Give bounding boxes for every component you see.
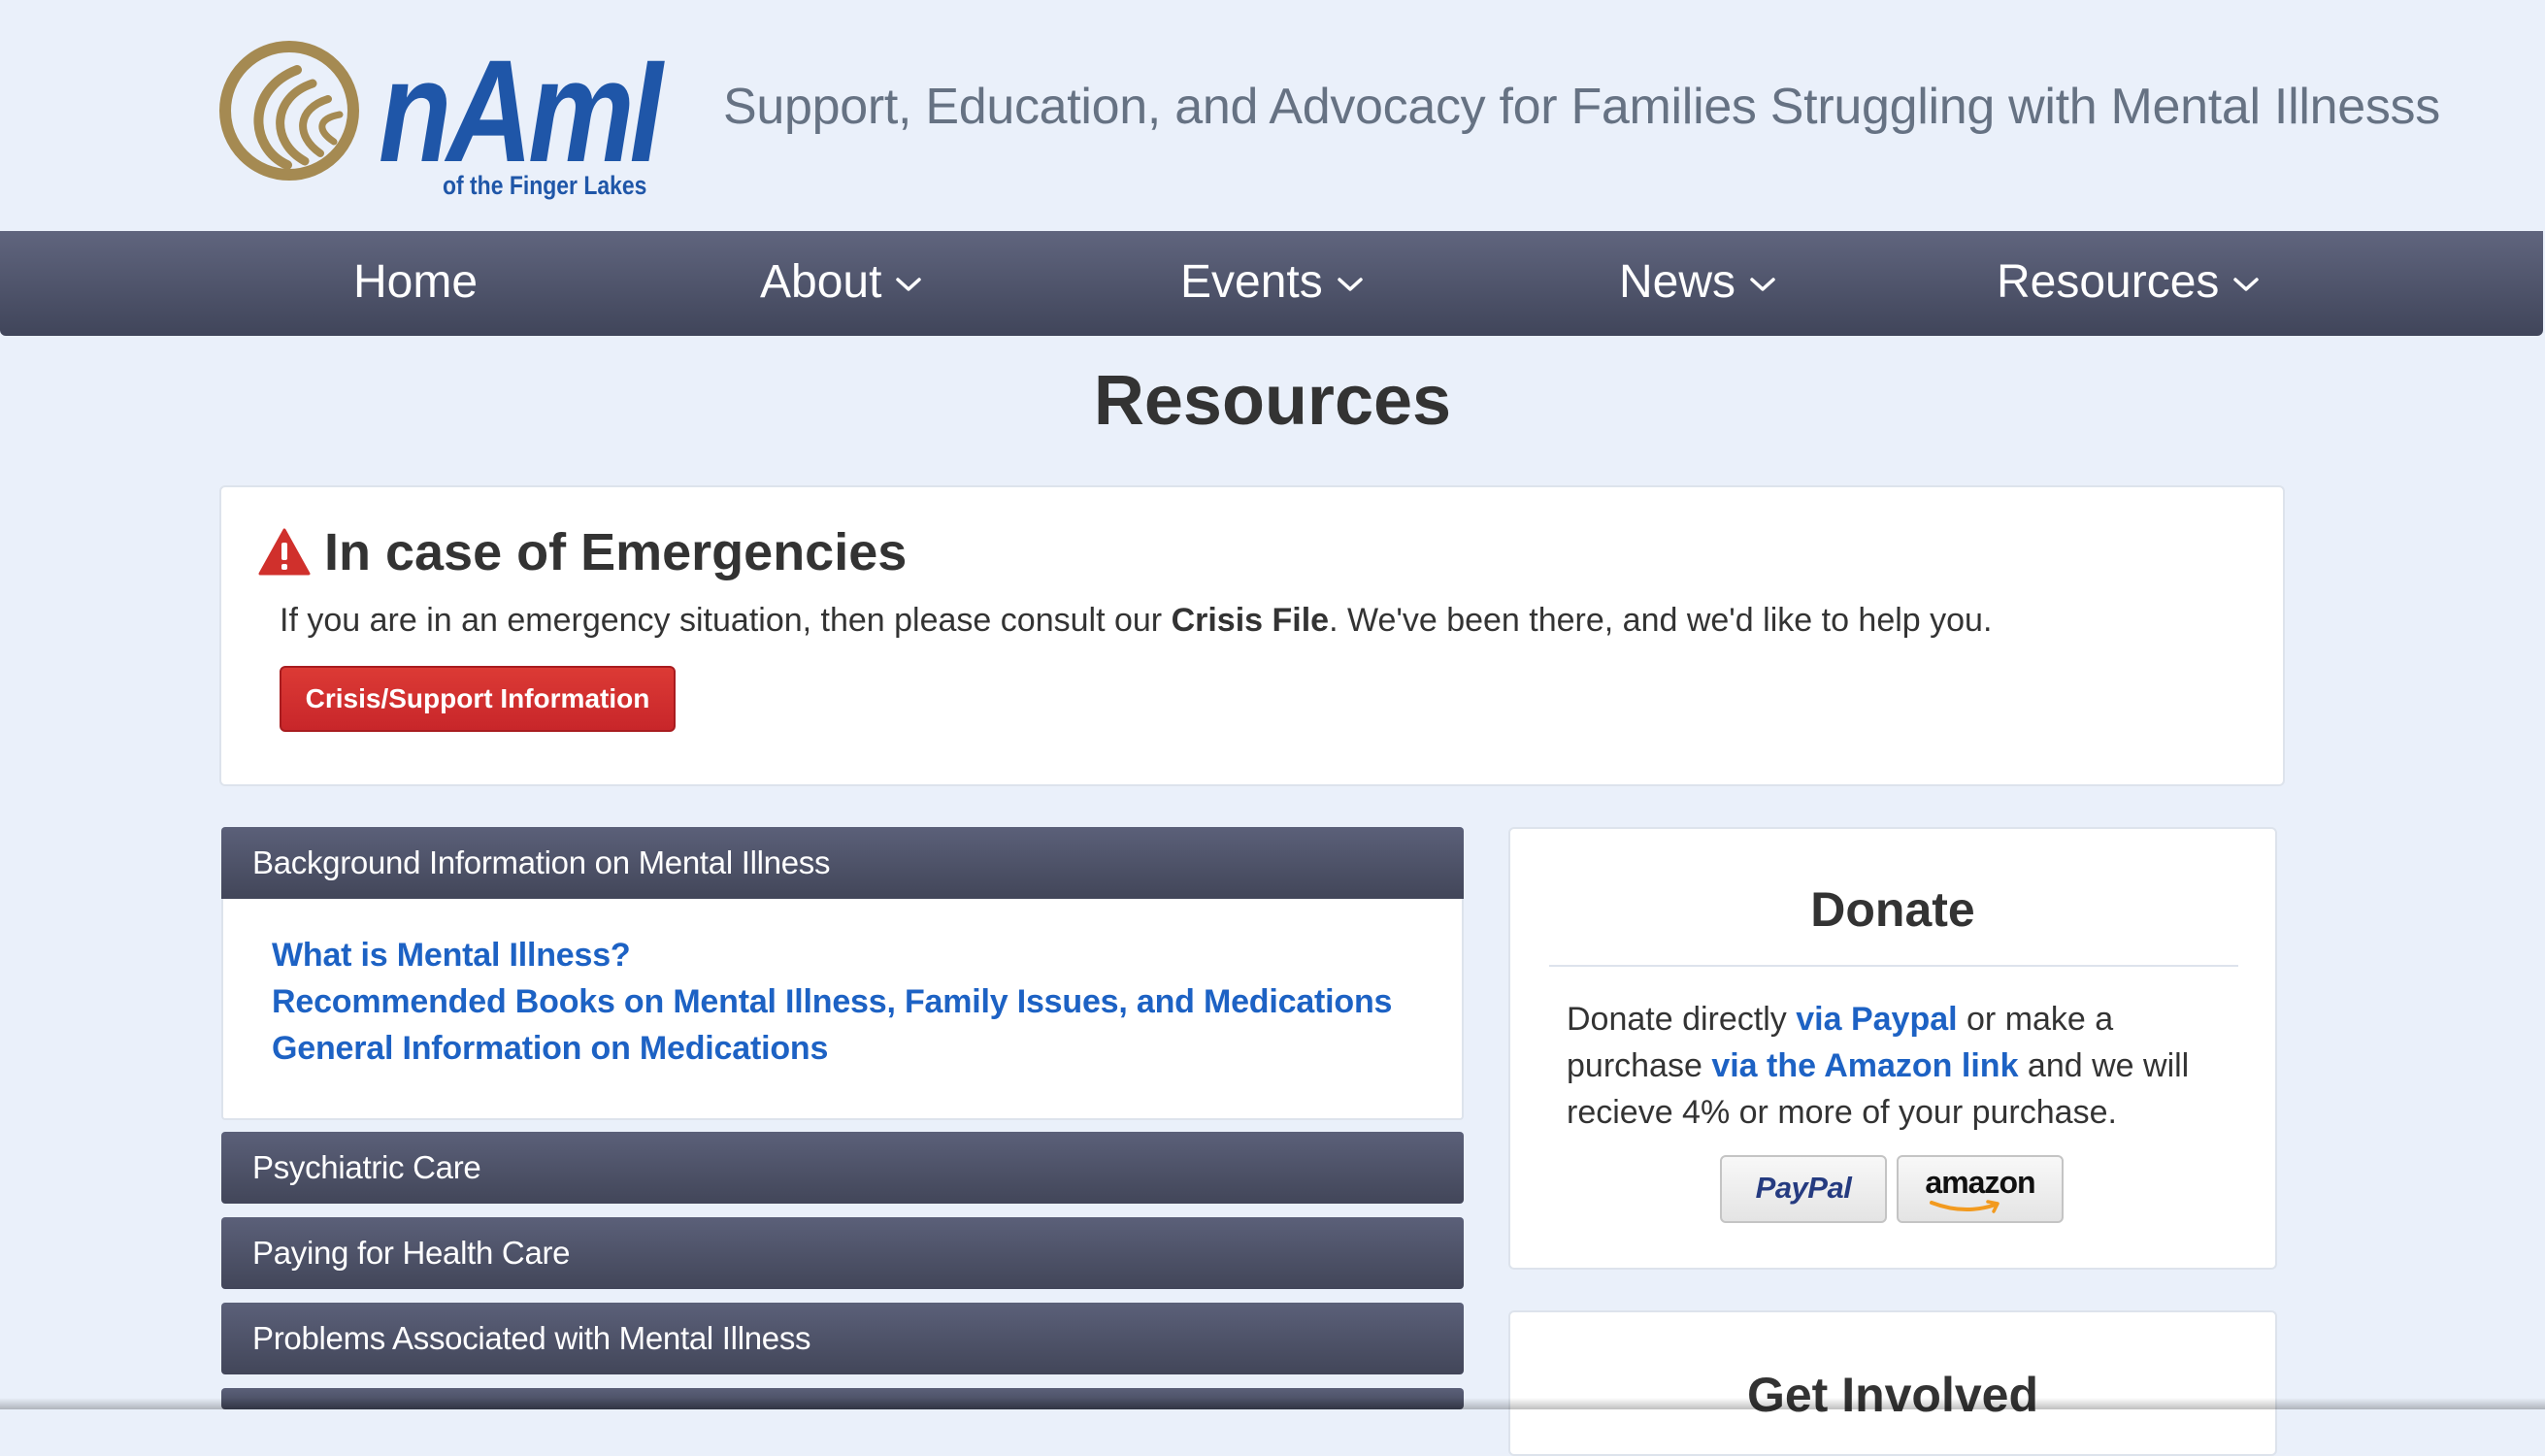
nav-label: About: [760, 256, 882, 308]
site-tagline: Support, Education, and Advocacy for Fam…: [723, 79, 2440, 135]
logo-subtitle: of the Finger Lakes: [443, 171, 647, 200]
accordion-header[interactable]: Problems Associated with Mental Illness: [221, 1303, 1464, 1374]
accordion-header[interactable]: Psychiatric Care: [221, 1132, 1464, 1204]
accordion-panel-background: Background Information on Mental Illness…: [221, 827, 1464, 1120]
nav-label: Events: [1180, 256, 1323, 308]
accordion-panel-psychiatric-care: Psychiatric Care: [221, 1132, 1464, 1204]
link-recommended-books[interactable]: Recommended Books on Mental Illness, Fam…: [272, 978, 1462, 1025]
amazon-link[interactable]: via the Amazon link: [1711, 1047, 2018, 1084]
accordion-panel-problems: Problems Associated with Mental Illness: [221, 1303, 1464, 1374]
amazon-smile-icon: [1930, 1200, 2000, 1213]
nav-label: News: [1619, 256, 1736, 308]
divider: [1549, 965, 2238, 967]
donate-title: Donate: [1810, 882, 1975, 937]
accordion-header[interactable]: Background Information on Mental Illness: [221, 827, 1464, 899]
donate-text-part: Donate directly: [1567, 1001, 1797, 1038]
chevron-down-icon: [896, 278, 922, 292]
nav-item-news[interactable]: News: [1619, 231, 1776, 336]
crisis-file-label: Crisis File: [1171, 602, 1330, 639]
emergency-panel: In case of Emergencies If you are in an …: [219, 485, 2285, 786]
site-header: nAmI of the Finger Lakes Support, Educat…: [0, 0, 2545, 231]
amazon-logo: amazon: [1925, 1165, 2035, 1200]
emergency-text-part: If you are in an emergency situation, th…: [280, 602, 1172, 639]
nav-label: Resources: [1997, 256, 2220, 308]
nav-label: Home: [353, 256, 479, 308]
nav-item-home[interactable]: Home: [353, 231, 478, 336]
chevron-down-icon: [1750, 278, 1775, 292]
accordion-panel-paying-for-health-care: Paying for Health Care: [221, 1217, 1464, 1289]
chevron-down-icon: [2233, 278, 2260, 292]
page-title: Resources: [1093, 362, 1452, 440]
chevron-down-icon: [1338, 278, 1363, 292]
amazon-button[interactable]: amazon: [1897, 1155, 2064, 1223]
accordion-header[interactable]: Paying for Health Care: [221, 1217, 1464, 1289]
nav-item-events[interactable]: Events: [1180, 231, 1364, 336]
emergency-description: If you are in an emergency situation, th…: [280, 602, 1992, 640]
nami-logo[interactable]: nAmI of the Finger Lakes: [219, 29, 663, 202]
crisis-support-button[interactable]: Crisis/Support Information: [280, 666, 676, 732]
paypal-button[interactable]: PayPal: [1720, 1155, 1887, 1223]
warning-icon: [258, 528, 311, 576]
donate-description: Donate directly via Paypal or make a pur…: [1567, 996, 2227, 1136]
swirl-logo-icon: [219, 41, 359, 181]
emergency-heading: In case of Emergencies: [324, 523, 908, 581]
window-bottom-edge: [0, 1398, 2545, 1409]
emergency-text-part: . We've been there, and we'd like to hel…: [1329, 602, 1993, 639]
get-involved-title: Get Involved: [1746, 1368, 2039, 1422]
paypal-logo: PayPal: [1755, 1171, 1852, 1205]
paypal-link[interactable]: via Paypal: [1796, 1001, 1957, 1038]
link-what-is-mental-illness[interactable]: What is Mental Illness?: [272, 932, 1462, 978]
main-navbar: Home About Events News Resources: [0, 231, 2543, 336]
nav-item-about[interactable]: About: [760, 231, 922, 336]
donate-panel: Donate Donate directly via Paypal or mak…: [1508, 827, 2277, 1270]
logo-wordmark: nAmI: [379, 29, 663, 192]
link-medications-info[interactable]: General Information on Medications: [272, 1025, 1462, 1072]
accordion-body: What is Mental Illness? Recommended Book…: [221, 899, 1464, 1120]
get-involved-panel: Get Involved: [1508, 1310, 2277, 1456]
nav-item-resources[interactable]: Resources: [1997, 231, 2260, 336]
